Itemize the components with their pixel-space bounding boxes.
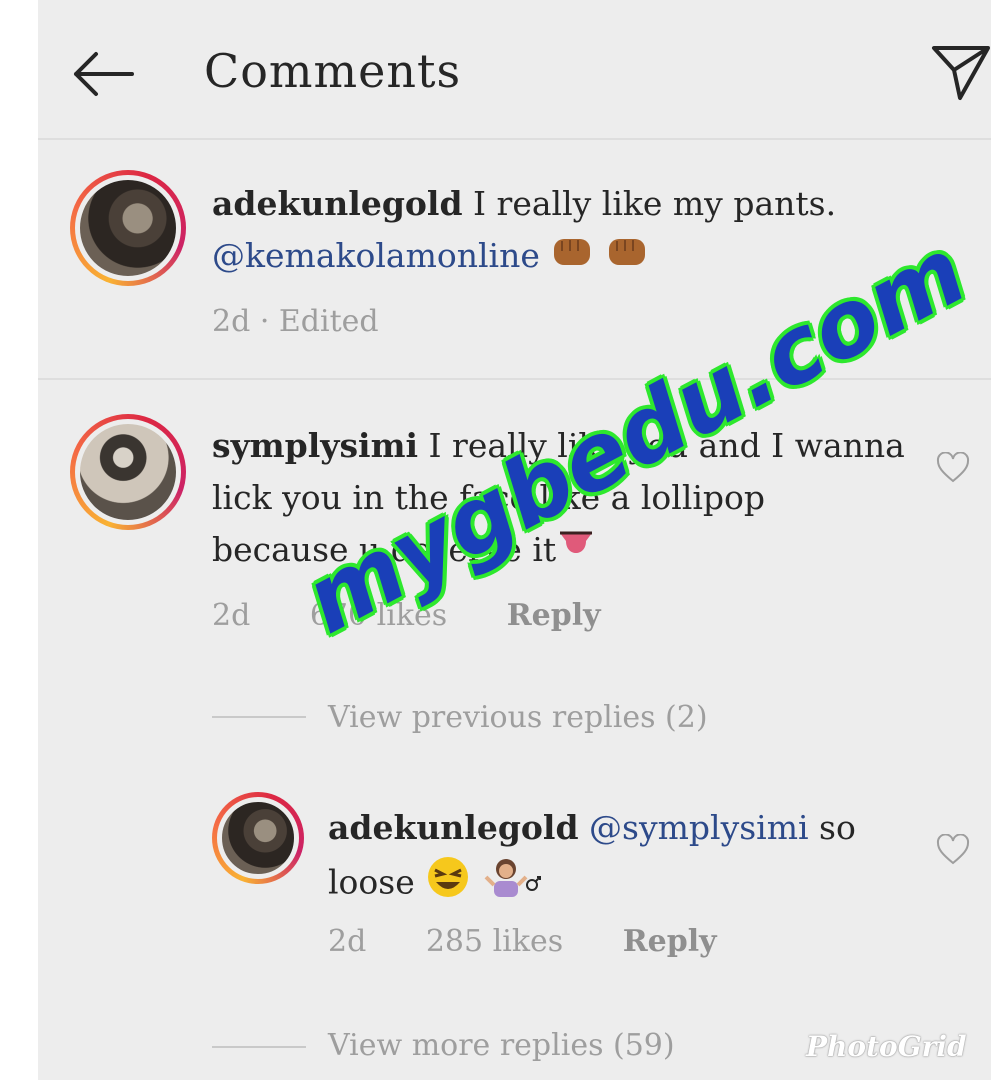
edited-label: · Edited xyxy=(250,304,379,339)
comment-line: lick you in the face like a lollipop xyxy=(212,478,766,517)
avatar[interactable] xyxy=(212,792,304,884)
comment-line: I really like you and I wanna xyxy=(418,426,905,465)
avatar[interactable] xyxy=(70,170,186,286)
reply-button[interactable]: Reply xyxy=(623,924,717,959)
page-title: Comments xyxy=(204,44,462,98)
reply-button[interactable]: Reply xyxy=(507,598,601,633)
timestamp: 2d xyxy=(212,304,251,339)
replies-divider xyxy=(212,1046,306,1048)
view-previous-replies-link[interactable]: View previous replies (2) xyxy=(328,700,708,735)
reply-text: adekunlegold @symplysimi so loose xyxy=(328,802,888,915)
username[interactable]: adekunlegold xyxy=(328,808,579,847)
shrug-emoji xyxy=(482,855,542,914)
reply-line: loose xyxy=(328,862,415,902)
heart-icon[interactable] xyxy=(936,452,970,484)
view-more-replies-link[interactable]: View more replies (59) xyxy=(328,1028,675,1063)
back-arrow-icon[interactable] xyxy=(68,50,138,98)
photogrid-watermark: PhotoGrid xyxy=(806,1030,967,1063)
tongue-emoji xyxy=(556,526,596,578)
caption-meta: 2d · Edited xyxy=(212,304,429,339)
avatar[interactable] xyxy=(70,414,186,530)
like-count[interactable]: 285 likes xyxy=(426,924,563,959)
laughing-emoji xyxy=(425,854,471,915)
comment-text: symplysimi I really like you and I wanna… xyxy=(212,420,932,578)
replies-divider xyxy=(212,716,306,718)
fist-emoji xyxy=(550,232,594,284)
caption-body: I really like my pants. xyxy=(462,184,837,223)
mention-link[interactable]: @kemakolamonline xyxy=(212,236,540,275)
timestamp: 2d xyxy=(212,598,251,633)
caption-text: adekunlegold I really like my pants. @ke… xyxy=(212,178,952,284)
divider xyxy=(38,378,991,380)
comment-line: because u deserve it xyxy=(212,530,557,569)
reply-line: so xyxy=(808,808,856,847)
reply-meta: 2d 285 likes Reply xyxy=(328,924,767,959)
comment-meta: 2d 670 likes Reply xyxy=(212,598,651,633)
username[interactable]: adekunlegold xyxy=(212,184,463,223)
comments-screen: Comments adekunlegold I really like my p… xyxy=(38,0,991,1080)
like-count[interactable]: 670 likes xyxy=(310,598,447,633)
mention-link[interactable]: @symplysimi xyxy=(589,808,809,847)
username[interactable]: symplysimi xyxy=(212,426,418,465)
heart-icon[interactable] xyxy=(936,834,970,866)
top-bar: Comments xyxy=(38,0,991,140)
direct-send-icon[interactable] xyxy=(930,40,991,102)
fist-emoji xyxy=(605,232,649,284)
timestamp: 2d xyxy=(328,924,367,959)
